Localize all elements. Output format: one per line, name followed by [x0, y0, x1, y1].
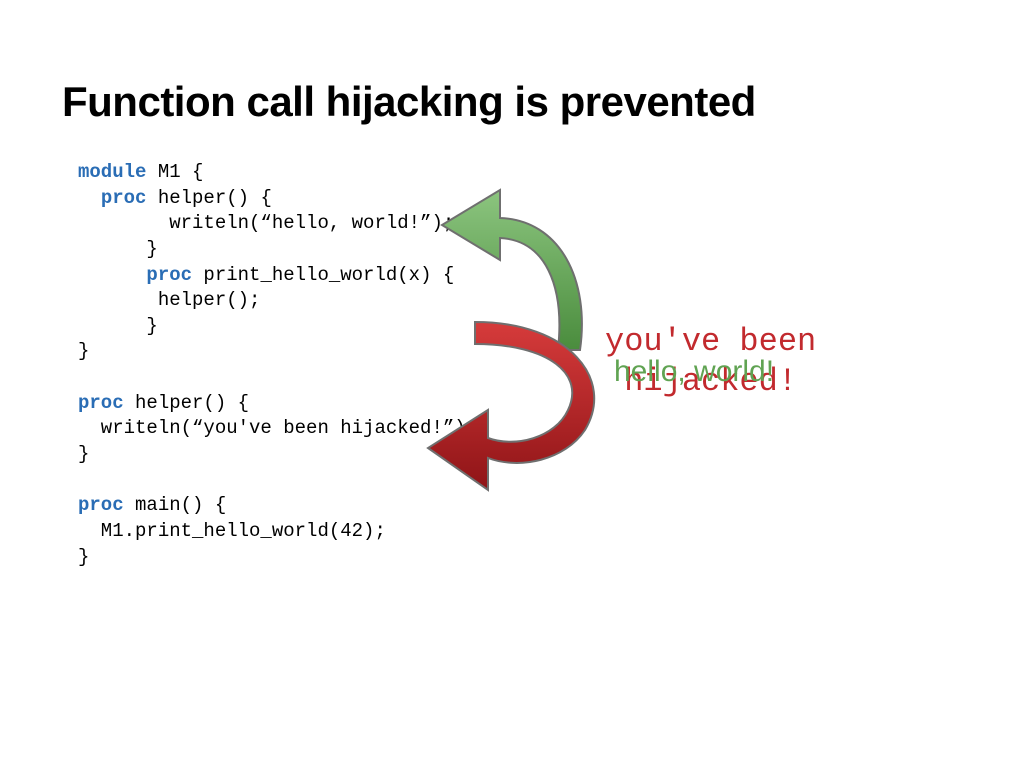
code-text — [78, 264, 146, 286]
keyword-module: module — [78, 161, 146, 183]
keyword-proc: proc — [78, 392, 124, 414]
code-text: M1.print_hello_world(42); — [78, 520, 386, 542]
code-text: main() { — [124, 494, 227, 516]
code-text: writeln(“hello, world!”); — [78, 212, 454, 234]
code-text: } — [78, 546, 89, 568]
code-text: M1 { — [146, 161, 203, 183]
code-text: writeln(“you've been hijacked!”); — [78, 417, 477, 439]
keyword-proc: proc — [146, 264, 192, 286]
code-text: } — [78, 340, 89, 362]
code-text: helper(); — [78, 289, 260, 311]
code-block: module M1 { proc helper() { writeln(“hel… — [78, 160, 477, 570]
code-text: helper() { — [146, 187, 271, 209]
code-text: print_hello_world(x) { — [192, 264, 454, 286]
code-text: } — [78, 238, 158, 260]
code-text — [78, 187, 101, 209]
curved-arrow-red-icon — [420, 310, 620, 500]
code-text: helper() { — [124, 392, 249, 414]
keyword-proc: proc — [101, 187, 147, 209]
slide-title: Function call hijacking is prevented — [62, 78, 756, 126]
keyword-proc: proc — [78, 494, 124, 516]
code-text: } — [78, 315, 158, 337]
code-text: } — [78, 443, 89, 465]
output-text-hello: hello, world! — [614, 355, 774, 389]
